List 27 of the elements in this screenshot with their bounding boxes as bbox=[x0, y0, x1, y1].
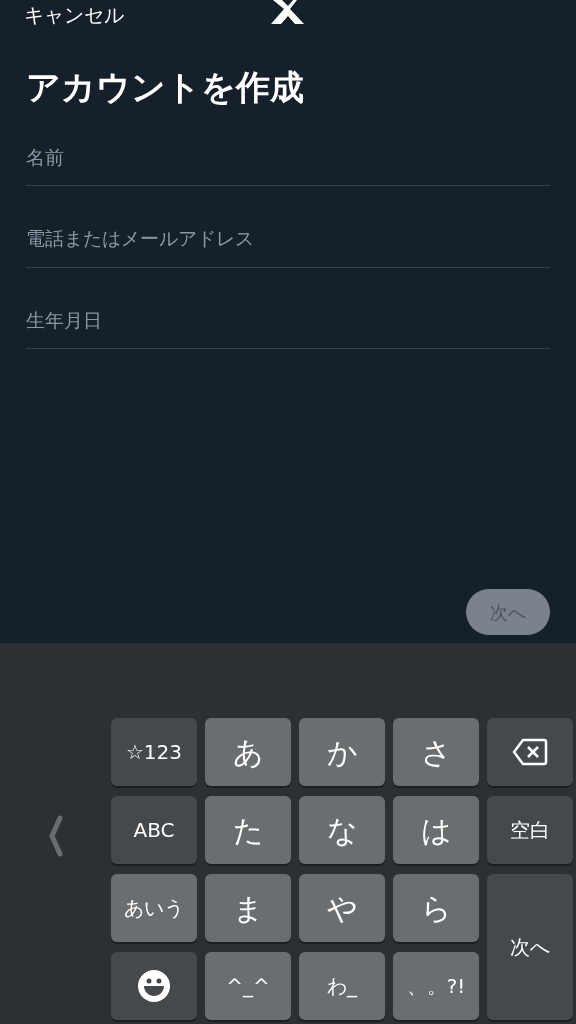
keyboard-key[interactable]: ☆123 bbox=[111, 718, 197, 786]
keyboard-key[interactable]: さ bbox=[393, 718, 479, 786]
page-title: アカウントを作成 bbox=[25, 66, 305, 109]
smiley-icon bbox=[138, 970, 170, 1002]
cancel-link[interactable]: キャンセル bbox=[24, 5, 124, 25]
keyboard-key[interactable]: 、。?! bbox=[393, 952, 479, 1020]
keyboard-key[interactable]: は bbox=[393, 796, 479, 864]
keyboard-key[interactable]: ABC bbox=[111, 796, 197, 864]
keyboard-key[interactable]: 空白 bbox=[487, 796, 573, 864]
backspace-key[interactable] bbox=[487, 718, 573, 786]
keyboard-key[interactable]: わ_ bbox=[299, 952, 385, 1020]
input-field[interactable]: 電話またはメールアドレス bbox=[26, 224, 550, 268]
keyboard-key[interactable]: ^_^ bbox=[205, 952, 291, 1020]
keyboard-key[interactable]: か bbox=[299, 718, 385, 786]
keyboard-key[interactable]: た bbox=[205, 796, 291, 864]
keyboard-key[interactable]: ら bbox=[393, 874, 479, 942]
emoji-key[interactable] bbox=[111, 952, 197, 1020]
backspace-icon bbox=[512, 738, 548, 766]
keyboard-key[interactable]: ま bbox=[205, 874, 291, 942]
next-key[interactable]: 次へ bbox=[487, 874, 573, 1020]
keyboard-key[interactable]: あいう bbox=[111, 874, 197, 942]
keyboard-key[interactable]: な bbox=[299, 796, 385, 864]
keyboard-key[interactable]: あ bbox=[205, 718, 291, 786]
input-field[interactable]: 名前 bbox=[26, 142, 550, 186]
input-field[interactable]: 生年月日 bbox=[26, 305, 550, 349]
keyboard-key[interactable]: や bbox=[299, 874, 385, 942]
chevron-left-icon bbox=[47, 815, 64, 857]
